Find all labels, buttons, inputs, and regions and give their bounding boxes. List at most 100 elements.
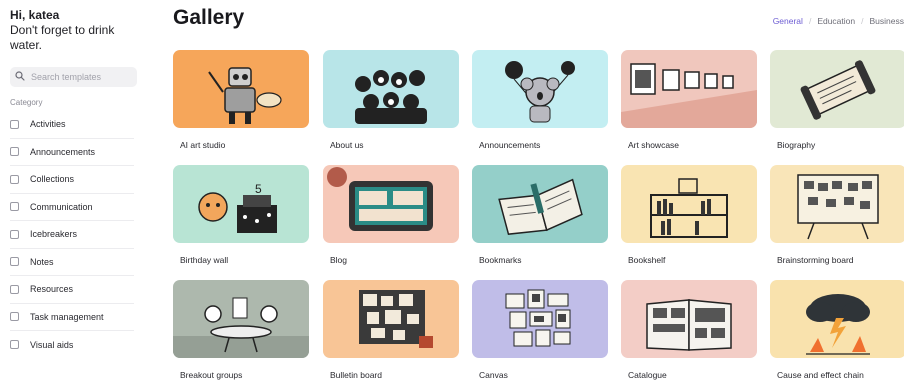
template-card[interactable]: Canvas <box>472 280 608 380</box>
checkbox[interactable] <box>10 257 19 267</box>
template-thumbnail[interactable] <box>173 50 309 128</box>
bookshelf-illustration <box>650 178 728 238</box>
team-group-illustration <box>355 70 427 124</box>
category-item-icebreakers[interactable]: Icebreakers <box>10 221 134 249</box>
template-thumbnail[interactable] <box>621 165 757 243</box>
category-item-notes[interactable]: Notes <box>10 249 134 276</box>
template-card[interactable]: Biography <box>770 50 904 150</box>
reminder-text: Don't forget to drink water. <box>10 23 115 52</box>
template-title: Breakout groups <box>180 370 243 380</box>
tab-general[interactable]: General <box>773 16 803 26</box>
category-label: Activities <box>30 119 66 130</box>
checkbox[interactable] <box>10 202 19 212</box>
template-card[interactable]: Breakout groups <box>173 280 309 380</box>
template-thumbnail[interactable]: 5 <box>173 165 309 243</box>
template-title: Bookshelf <box>628 255 666 265</box>
collage-illustration <box>505 289 571 347</box>
template-title: Catalogue <box>628 370 667 380</box>
corkboard-illustration <box>359 290 433 348</box>
template-thumbnail[interactable] <box>770 280 904 358</box>
storm-cloud-illustration <box>806 294 870 355</box>
checkbox[interactable] <box>10 340 19 350</box>
gallery-wall-illustration <box>621 63 757 128</box>
template-thumbnail[interactable] <box>323 50 459 128</box>
svg-text:5: 5 <box>255 182 262 196</box>
template-thumbnail[interactable] <box>770 50 904 128</box>
category-label: Communication <box>30 201 93 212</box>
template-thumbnail[interactable] <box>621 50 757 128</box>
template-title: Canvas <box>479 370 508 380</box>
template-title: Bookmarks <box>479 255 522 265</box>
category-item-resources[interactable]: Resources <box>10 276 134 304</box>
template-card[interactable]: Announcements <box>472 50 608 150</box>
search-icon <box>15 68 25 86</box>
search-box[interactable] <box>10 67 137 87</box>
open-book-illustration <box>498 178 583 235</box>
checkbox[interactable] <box>10 174 19 184</box>
template-card[interactable]: Blog <box>323 165 459 265</box>
category-item-collections[interactable]: Collections <box>10 166 134 194</box>
tablet-blog-illustration <box>327 167 433 231</box>
robot-painter-illustration <box>208 67 282 124</box>
template-thumbnail[interactable] <box>472 280 608 358</box>
template-title: Blog <box>330 255 348 265</box>
category-label: Resources <box>30 284 74 295</box>
tab-separator: / <box>861 16 864 26</box>
template-title: Biography <box>777 140 816 150</box>
template-card[interactable]: Bookshelf <box>621 165 757 265</box>
greeting: Hi, katea <box>10 8 60 22</box>
template-thumbnail[interactable] <box>323 280 459 358</box>
scroll-illustration <box>800 60 876 120</box>
category-list: Activities Announcements Collections Com… <box>10 111 134 359</box>
sidebar: Hi, katea Don't forget to drink water. C… <box>0 0 148 380</box>
category-label: Task management <box>30 311 104 322</box>
template-title: Announcements <box>479 140 541 150</box>
template-card[interactable]: Catalogue <box>621 280 757 380</box>
tab-separator: / <box>808 16 812 26</box>
template-title: Brainstorming board <box>777 255 854 265</box>
checkbox[interactable] <box>10 119 19 129</box>
checkbox[interactable] <box>10 229 19 239</box>
search-input[interactable] <box>31 72 131 82</box>
tab-education[interactable]: Education <box>817 16 855 26</box>
template-thumbnail[interactable] <box>621 280 757 358</box>
category-label: Icebreakers <box>30 229 78 240</box>
meeting-table-illustration <box>173 297 309 358</box>
template-thumbnail[interactable] <box>472 165 608 243</box>
category-item-task-management[interactable]: Task management <box>10 304 134 331</box>
template-thumbnail[interactable] <box>770 165 904 243</box>
tiger-cake-illustration: 5 <box>198 182 277 233</box>
template-title: Cause and effect chain <box>777 370 864 380</box>
template-card[interactable]: Brainstorming board <box>770 165 904 265</box>
template-card[interactable]: Bookmarks <box>472 165 608 265</box>
template-title: About us <box>330 140 364 150</box>
category-label: Collections <box>30 174 75 185</box>
template-thumbnail[interactable] <box>173 280 309 358</box>
template-title: Art showcase <box>628 140 680 150</box>
template-card[interactable]: Cause and effect chain <box>770 280 904 380</box>
category-item-activities[interactable]: Activities <box>10 111 134 139</box>
template-card[interactable]: AI art studio <box>173 50 309 150</box>
category-label: Visual aids <box>30 339 74 350</box>
template-card[interactable]: About us <box>323 50 459 150</box>
template-card[interactable]: Bulletin board <box>323 280 459 380</box>
template-title: Birthday wall <box>180 255 229 265</box>
category-heading: Category <box>10 98 43 107</box>
tab-business[interactable]: Business <box>870 16 904 26</box>
checkbox[interactable] <box>10 312 19 322</box>
koala-balloons-illustration <box>505 61 575 123</box>
template-card[interactable]: Art showcase <box>621 50 757 150</box>
category-item-visual-aids[interactable]: Visual aids <box>10 331 134 359</box>
checkbox[interactable] <box>10 147 19 157</box>
template-thumbnail[interactable] <box>472 50 608 128</box>
template-thumbnail[interactable] <box>323 165 459 243</box>
board-illustration <box>797 174 879 240</box>
magazine-illustration <box>646 299 732 351</box>
category-label: Announcements <box>30 146 96 157</box>
category-item-announcements[interactable]: Announcements <box>10 139 134 166</box>
checkbox[interactable] <box>10 284 19 294</box>
category-item-communication[interactable]: Communication <box>10 194 134 221</box>
template-card[interactable]: 5 Birthday wall <box>173 165 309 265</box>
category-label: Notes <box>30 256 54 267</box>
filter-tabs: General / Education / Business <box>773 16 904 26</box>
